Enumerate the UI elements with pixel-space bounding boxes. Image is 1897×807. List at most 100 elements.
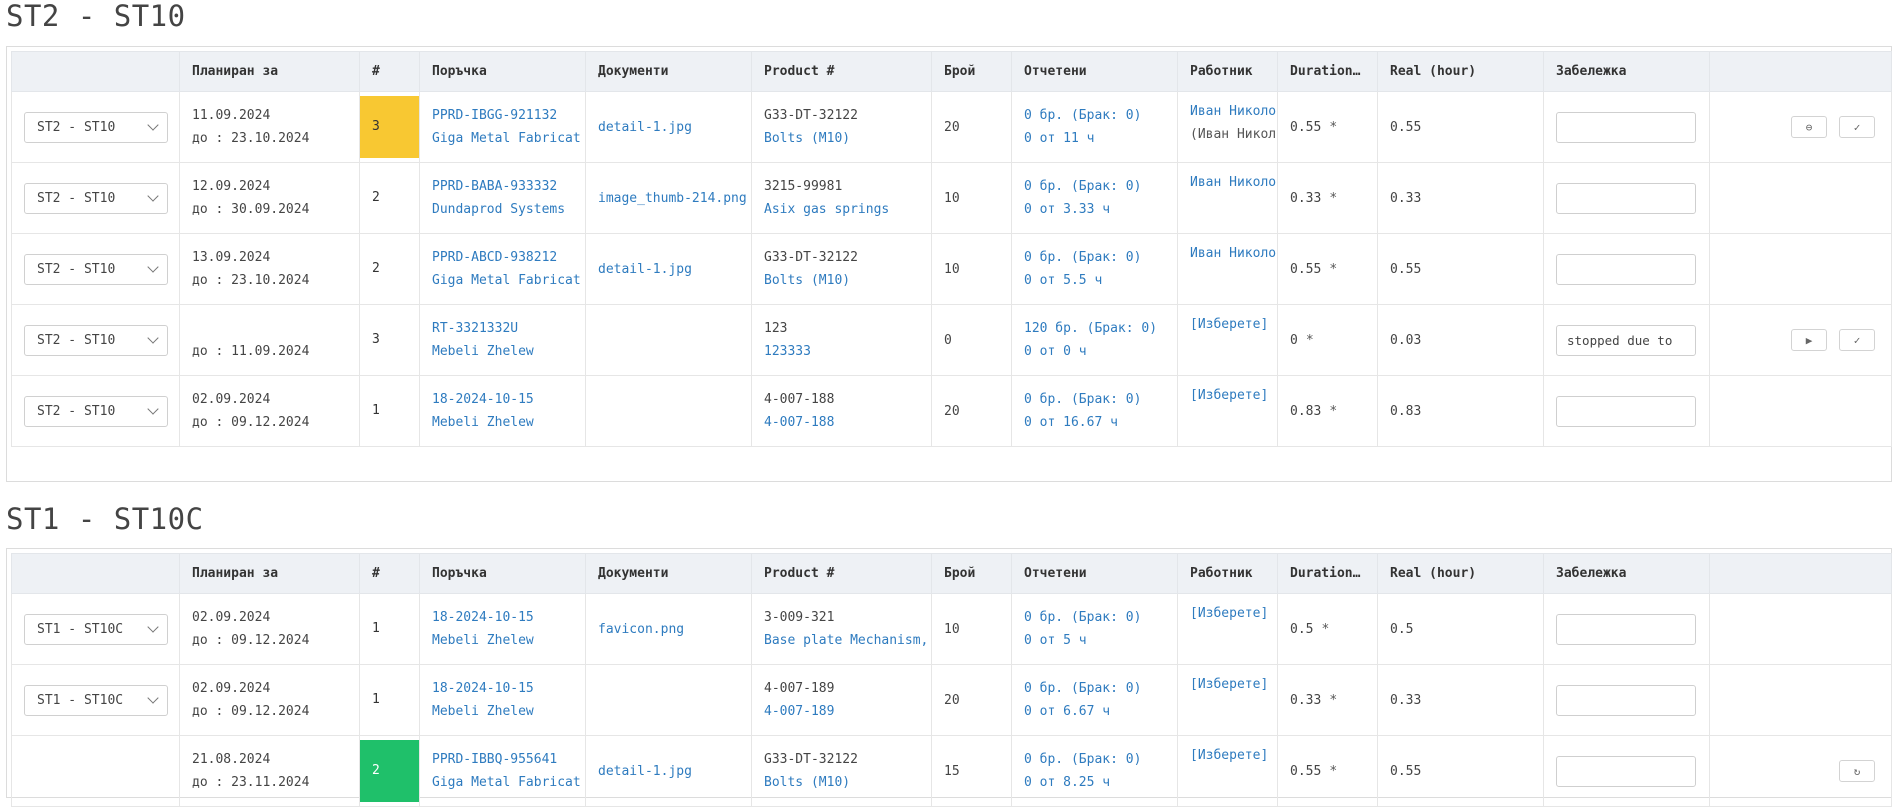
worker-link[interactable]: [Изберете] bbox=[1190, 673, 1268, 696]
check-button[interactable]: ✓ bbox=[1839, 116, 1875, 138]
duration-edit-marker[interactable]: * bbox=[1321, 622, 1329, 637]
reported-count-link[interactable]: 0 бр. (Брак: 0) bbox=[1024, 104, 1165, 127]
note-input[interactable] bbox=[1556, 182, 1696, 214]
station-select[interactable]: ST1 - ST10C bbox=[24, 684, 168, 716]
order-link[interactable]: PPRD-ABCD-938212 bbox=[432, 246, 573, 269]
table-row[interactable]: ST2 - ST10 12.09.2024 до : 30.09.2024 2 PPRD… bbox=[11, 162, 1892, 234]
column-header[interactable] bbox=[1709, 553, 1892, 594]
station-select[interactable]: ST2 - ST10 bbox=[24, 395, 168, 427]
reported-time-link[interactable]: 0 от 6.67 ч bbox=[1024, 700, 1165, 723]
reported-time-link[interactable]: 0 от 11 ч bbox=[1024, 127, 1165, 150]
column-header[interactable]: Планиран за bbox=[179, 553, 360, 594]
client-link[interactable]: Giga Metal Fabricat bbox=[432, 127, 581, 150]
note-input[interactable] bbox=[1556, 253, 1696, 285]
reported-time-link[interactable]: 0 от 16.67 ч bbox=[1024, 411, 1165, 434]
reported-count-link[interactable]: 0 бр. (Брак: 0) bbox=[1024, 246, 1165, 269]
column-header[interactable]: Планиран за bbox=[179, 51, 360, 92]
station-select[interactable]: ST2 - ST10 bbox=[24, 253, 168, 285]
station-select[interactable]: ST1 - ST10C bbox=[24, 613, 168, 645]
station-select[interactable]: ST2 - ST10 bbox=[24, 324, 168, 356]
duration-edit-marker[interactable]: * bbox=[1329, 120, 1337, 135]
reported-time-link[interactable]: 0 от 5 ч bbox=[1024, 629, 1165, 652]
worker-link[interactable]: Иван Николо bbox=[1190, 171, 1276, 194]
client-link[interactable]: Dundaprod Systems bbox=[432, 198, 573, 221]
duration-edit-marker[interactable]: * bbox=[1329, 404, 1337, 419]
table-row[interactable]: ST1 - ST10C 02.09.2024 до : 09.12.2024 1 18-… bbox=[11, 593, 1892, 665]
order-link[interactable]: 18-2024-10-15 bbox=[432, 388, 573, 411]
table-row[interactable]: ST1 - ST10C 02.09.2024 до : 09.12.2024 1 18-… bbox=[11, 664, 1892, 736]
client-link[interactable]: Mebeli Zhelew bbox=[432, 700, 573, 723]
column-header[interactable]: Duration… bbox=[1277, 51, 1378, 92]
table-row[interactable]: ST2 - ST10 02.09.2024 до : 09.12.2024 1 18-2… bbox=[11, 375, 1892, 447]
duration-edit-marker[interactable]: * bbox=[1329, 693, 1337, 708]
column-header[interactable]: # bbox=[359, 51, 420, 92]
note-input[interactable] bbox=[1556, 613, 1696, 645]
reported-count-link[interactable]: 120 бр. (Брак: 0) bbox=[1024, 317, 1165, 340]
worker-link[interactable]: [Изберете] bbox=[1190, 744, 1268, 767]
client-link[interactable]: Giga Metal Fabricat bbox=[432, 771, 581, 794]
product-name-link[interactable]: 123333 bbox=[764, 340, 919, 363]
column-header[interactable]: Поръчка bbox=[419, 553, 586, 594]
product-name-link[interactable]: Bolts (M10) bbox=[764, 269, 919, 292]
document-link[interactable]: image_thumb-214.png bbox=[598, 191, 747, 206]
reported-count-link[interactable]: 0 бр. (Брак: 0) bbox=[1024, 606, 1165, 629]
reported-time-link[interactable]: 0 от 3.33 ч bbox=[1024, 198, 1165, 221]
column-header[interactable]: Брой bbox=[931, 51, 1012, 92]
client-link[interactable]: Mebeli Zhelew bbox=[432, 411, 573, 434]
order-link[interactable]: PPRD-BABA-933332 bbox=[432, 175, 573, 198]
note-input[interactable] bbox=[1556, 755, 1696, 787]
column-header[interactable]: # bbox=[359, 553, 420, 594]
duration-edit-marker[interactable]: * bbox=[1329, 262, 1337, 277]
product-name-link[interactable]: Base plate Mechanism, bbox=[764, 629, 928, 652]
station-select[interactable]: ST2 - ST10 bbox=[24, 182, 168, 214]
reported-time-link[interactable]: 0 от 5.5 ч bbox=[1024, 269, 1165, 292]
column-header[interactable]: Документи bbox=[585, 51, 752, 92]
duration-edit-marker[interactable]: * bbox=[1329, 191, 1337, 206]
note-input[interactable] bbox=[1556, 684, 1696, 716]
play-button[interactable]: ▶ bbox=[1791, 329, 1827, 351]
reported-count-link[interactable]: 0 бр. (Брак: 0) bbox=[1024, 388, 1165, 411]
document-link[interactable]: detail-1.jpg bbox=[598, 262, 692, 277]
column-header[interactable]: Product # bbox=[751, 553, 932, 594]
document-link[interactable]: detail-1.jpg bbox=[598, 764, 692, 779]
reported-time-link[interactable]: 0 от 0 ч bbox=[1024, 340, 1165, 363]
check-button[interactable]: ✓ bbox=[1839, 329, 1875, 351]
duration-edit-marker[interactable]: * bbox=[1306, 333, 1314, 348]
station-select[interactable]: ST2 - ST10 bbox=[24, 111, 168, 143]
reported-count-link[interactable]: 0 бр. (Брак: 0) bbox=[1024, 677, 1165, 700]
column-header[interactable]: Забележка bbox=[1543, 51, 1710, 92]
reported-time-link[interactable]: 0 от 8.25 ч bbox=[1024, 771, 1165, 794]
client-link[interactable]: Giga Metal Fabricat bbox=[432, 269, 581, 292]
note-input[interactable] bbox=[1556, 111, 1696, 143]
order-link[interactable]: RT-3321332U bbox=[432, 317, 573, 340]
reported-count-link[interactable]: 0 бр. (Брак: 0) bbox=[1024, 748, 1165, 771]
column-header[interactable]: Отчетени bbox=[1011, 553, 1178, 594]
client-link[interactable]: Mebeli Zhelew bbox=[432, 340, 573, 363]
column-header[interactable]: Real (hour) bbox=[1377, 51, 1544, 92]
note-input[interactable] bbox=[1556, 324, 1696, 356]
product-name-link[interactable]: Asix gas springs bbox=[764, 198, 919, 221]
product-name-link[interactable]: 4-007-188 bbox=[764, 411, 919, 434]
column-header[interactable]: Duration… bbox=[1277, 553, 1378, 594]
column-header[interactable]: Product # bbox=[751, 51, 932, 92]
column-header[interactable] bbox=[1709, 51, 1892, 92]
order-link[interactable]: PPRD-IBBQ-955641 bbox=[432, 748, 573, 771]
order-link[interactable]: 18-2024-10-15 bbox=[432, 677, 573, 700]
column-header[interactable]: Документи bbox=[585, 553, 752, 594]
worker-link[interactable]: [Изберете] bbox=[1190, 602, 1268, 625]
client-link[interactable]: Mebeli Zhelew bbox=[432, 629, 573, 652]
column-header[interactable]: Работник bbox=[1177, 51, 1278, 92]
product-name-link[interactable]: Bolts (M10) bbox=[764, 771, 919, 794]
column-header[interactable] bbox=[11, 553, 180, 594]
worker-link[interactable]: [Изберете] bbox=[1190, 313, 1268, 336]
duration-edit-marker[interactable]: * bbox=[1329, 764, 1337, 779]
table-row[interactable]: ST2 - ST10 11.09.2024 до : 23.10.2024 3 PPRD… bbox=[11, 91, 1892, 163]
column-header[interactable]: Real (hour) bbox=[1377, 553, 1544, 594]
worker-link[interactable]: [Изберете] bbox=[1190, 384, 1268, 407]
worker-link[interactable]: Иван Николо bbox=[1190, 100, 1276, 123]
order-link[interactable]: 18-2024-10-15 bbox=[432, 606, 573, 629]
column-header[interactable]: Отчетени bbox=[1011, 51, 1178, 92]
note-input[interactable] bbox=[1556, 395, 1696, 427]
reported-count-link[interactable]: 0 бр. (Брак: 0) bbox=[1024, 175, 1165, 198]
product-name-link[interactable]: Bolts (M10) bbox=[764, 127, 919, 150]
